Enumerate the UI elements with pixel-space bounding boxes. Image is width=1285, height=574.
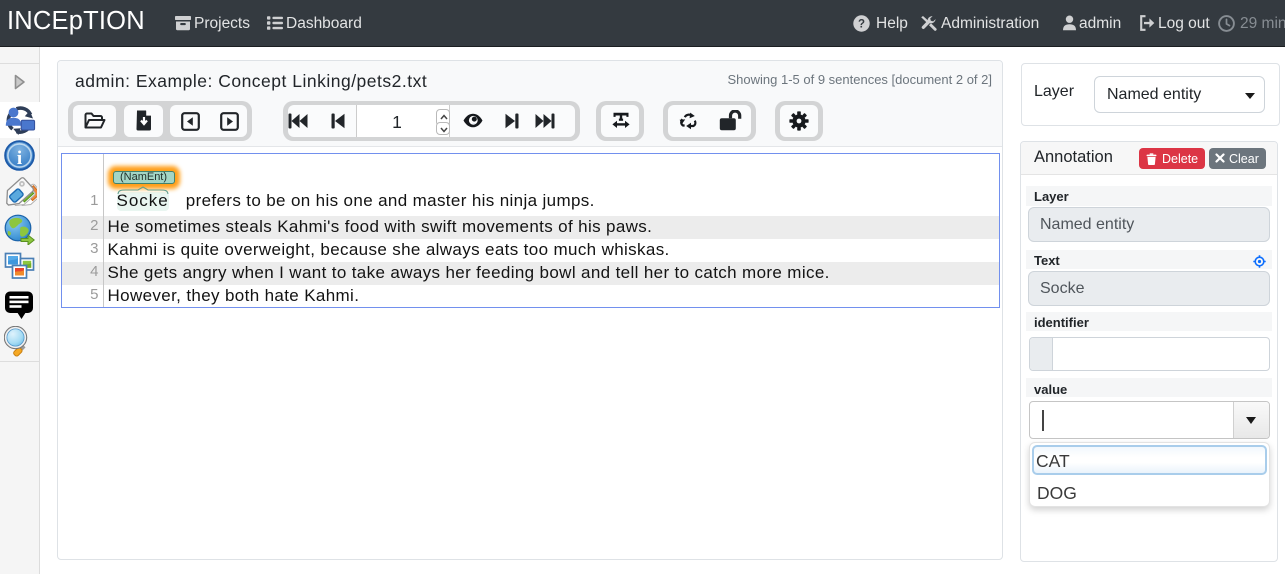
svg-text:i: i: [17, 148, 22, 169]
svg-text:?: ?: [858, 19, 865, 31]
